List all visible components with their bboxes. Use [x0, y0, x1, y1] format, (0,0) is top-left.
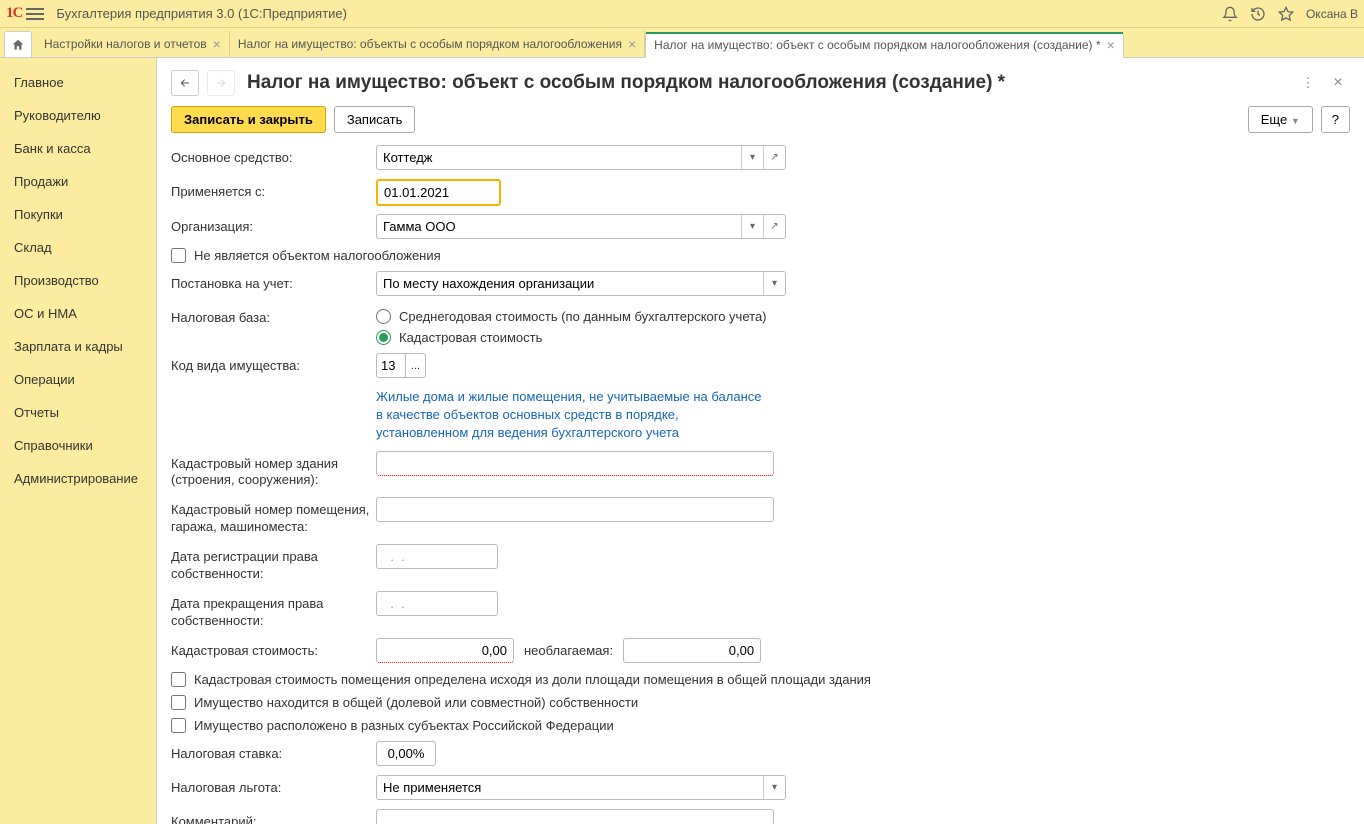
content-pane: Налог на имущество: объект с особым поря… — [157, 58, 1364, 824]
sidebar-item[interactable]: Зарплата и кадры — [0, 330, 156, 363]
help-button[interactable]: ? — [1321, 106, 1350, 133]
sidebar-item[interactable]: Главное — [0, 66, 156, 99]
not-taxable-label[interactable]: Не является объектом налогообложения — [194, 248, 441, 263]
app-title: Бухгалтерия предприятия 3.0 (1С:Предприя… — [56, 6, 347, 21]
select-icon[interactable]: ... — [406, 353, 426, 378]
comment-label: Комментарий: — [171, 809, 376, 824]
sidebar-item[interactable]: Склад — [0, 231, 156, 264]
taxbase-opt2-label[interactable]: Кадастровая стоимость — [399, 330, 542, 345]
tab-item[interactable]: Налог на имущество: объекты с особым пор… — [230, 31, 645, 57]
cadastral-building-label: Кадастровый номер здания (строения, соор… — [171, 451, 376, 490]
regions-check-label[interactable]: Имущество расположено в разных субъектах… — [194, 718, 614, 733]
sidebar-item[interactable]: Производство — [0, 264, 156, 297]
reg-date-label: Дата регистрации права собственности: — [171, 544, 376, 583]
tab-label: Налог на имущество: объекты с особым пор… — [238, 37, 622, 51]
home-tab[interactable] — [4, 31, 32, 57]
close-icon[interactable]: × — [628, 36, 636, 52]
end-date-input[interactable] — [377, 592, 498, 615]
apply-from-input[interactable] — [378, 181, 501, 204]
taxbase-radio-cadastral[interactable] — [376, 330, 391, 345]
nontaxable-label: необлагаемая: — [524, 643, 613, 658]
dropdown-icon[interactable]: ▾ — [741, 146, 763, 169]
sidebar-item[interactable]: Руководителю — [0, 99, 156, 132]
comment-input[interactable] — [376, 809, 774, 824]
cadastral-building-input[interactable] — [376, 451, 774, 476]
page-title: Налог на имущество: объект с особым поря… — [247, 72, 1005, 94]
more-button[interactable]: Еще ▼ — [1248, 106, 1313, 133]
org-label: Организация: — [171, 214, 376, 236]
sidebar-item[interactable]: Отчеты — [0, 396, 156, 429]
sidebar-item[interactable]: Продажи — [0, 165, 156, 198]
sidebar-item[interactable]: Покупки — [0, 198, 156, 231]
registration-label: Постановка на учет: — [171, 271, 376, 293]
menu-icon[interactable] — [26, 5, 44, 23]
tab-item[interactable]: Настройки налогов и отчетов × — [36, 31, 230, 57]
app-logo: 1С — [6, 5, 22, 22]
tab-label: Настройки налогов и отчетов — [44, 37, 207, 51]
sidebar-item[interactable]: Справочники — [0, 429, 156, 462]
cadastral-premise-input[interactable] — [376, 497, 774, 522]
tab-item-active[interactable]: Налог на имущество: объект с особым поря… — [645, 32, 1124, 58]
close-icon[interactable]: × — [213, 36, 221, 52]
dropdown-icon[interactable]: ▾ — [763, 776, 785, 799]
apply-from-label: Применяется с: — [171, 179, 376, 201]
joint-checkbox[interactable] — [171, 695, 186, 710]
dropdown-icon[interactable]: ▾ — [741, 215, 763, 238]
sidebar-item[interactable]: ОС и НМА — [0, 297, 156, 330]
taxbase-radio-avg[interactable] — [376, 309, 391, 324]
propcode-info-link[interactable]: Жилые дома и жилые помещения, не учитыва… — [376, 388, 771, 443]
benefit-label: Налоговая льгота: — [171, 775, 376, 797]
titlebar: 1С Бухгалтерия предприятия 3.0 (1С:Предп… — [0, 0, 1364, 28]
more-icon[interactable]: ⋮ — [1296, 71, 1320, 95]
close-icon[interactable]: × — [1326, 71, 1350, 95]
benefit-input[interactable] — [377, 776, 763, 799]
sidebar-item[interactable]: Операции — [0, 363, 156, 396]
org-input[interactable] — [377, 215, 741, 238]
taxrate-input[interactable] — [376, 741, 436, 766]
open-icon[interactable]: ↗ — [763, 215, 785, 238]
reg-date-input[interactable] — [377, 545, 498, 568]
star-icon[interactable] — [1276, 4, 1296, 24]
taxbase-opt1-label[interactable]: Среднегодовая стоимость (по данным бухга… — [399, 309, 767, 324]
joint-check-label[interactable]: Имущество находится в общей (долевой или… — [194, 695, 638, 710]
taxbase-label: Налоговая база: — [171, 305, 376, 327]
asset-input[interactable] — [377, 146, 741, 169]
regions-checkbox[interactable] — [171, 718, 186, 733]
save-close-button[interactable]: Записать и закрыть — [171, 106, 326, 133]
propcode-label: Код вида имущества: — [171, 353, 376, 375]
cadastral-value-label: Кадастровая стоимость: — [171, 638, 376, 660]
sidebar: Главное Руководителю Банк и касса Продаж… — [0, 58, 157, 824]
tab-label: Налог на имущество: объект с особым поря… — [654, 38, 1100, 52]
nontaxable-input[interactable] — [623, 638, 761, 663]
propcode-input[interactable] — [376, 353, 406, 378]
open-icon[interactable]: ↗ — [763, 146, 785, 169]
share-checkbox[interactable] — [171, 672, 186, 687]
end-date-label: Дата прекращения права собственности: — [171, 591, 376, 630]
taxrate-label: Налоговая ставка: — [171, 741, 376, 763]
close-icon[interactable]: × — [1107, 37, 1115, 53]
dropdown-icon[interactable]: ▾ — [763, 272, 785, 295]
share-check-label[interactable]: Кадастровая стоимость помещения определе… — [194, 672, 871, 687]
user-name[interactable]: Оксана В — [1306, 7, 1358, 21]
bell-icon[interactable] — [1220, 4, 1240, 24]
registration-input[interactable] — [377, 272, 763, 295]
sidebar-item[interactable]: Банк и касса — [0, 132, 156, 165]
save-button[interactable]: Записать — [334, 106, 416, 133]
not-taxable-checkbox[interactable] — [171, 248, 186, 263]
tabs-bar: Настройки налогов и отчетов × Налог на и… — [0, 28, 1364, 58]
asset-label: Основное средство: — [171, 145, 376, 167]
cadastral-premise-label: Кадастровый номер помещения, гаража, маш… — [171, 497, 376, 536]
forward-button — [207, 70, 235, 96]
history-icon[interactable] — [1248, 4, 1268, 24]
form-area: Основное средство: ▾ ↗ Применяется с: — [157, 145, 1364, 824]
toolbar: Записать и закрыть Записать Еще ▼ ? — [157, 106, 1364, 145]
sidebar-item[interactable]: Администрирование — [0, 462, 156, 495]
cadastral-value-input[interactable] — [376, 638, 514, 663]
back-button[interactable] — [171, 70, 199, 96]
